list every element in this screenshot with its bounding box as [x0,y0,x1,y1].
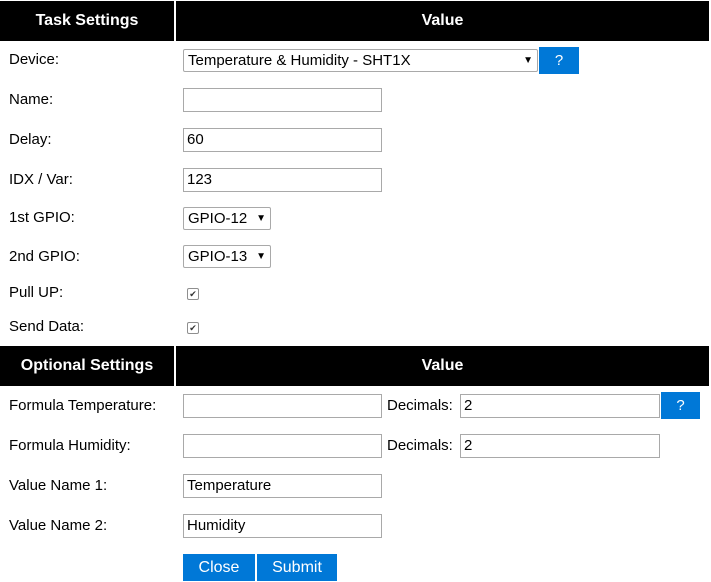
formula-temp-help-button[interactable]: ? [661,392,700,419]
pullup-checkbox[interactable]: ✔ [187,288,199,300]
pullup-label: Pull UP: [9,284,64,301]
formula-temp-label: Formula Temperature: [9,397,157,414]
gpio1-select-value: GPIO-12 [188,210,248,227]
gpio1-label: 1st GPIO: [9,209,75,226]
device-select-value: Temperature & Humidity - SHT1X [188,52,411,69]
submit-button[interactable]: Submit [257,554,337,581]
checkmark-icon: ✔ [189,289,197,299]
valname2-label: Value Name 2: [9,517,108,534]
name-input[interactable] [183,88,382,112]
formula-hum-input[interactable] [183,434,382,458]
delay-label: Delay: [9,131,52,148]
formula-hum-label: Formula Humidity: [9,437,131,454]
header-optional-value: Value [176,346,709,386]
dropdown-arrow-icon: ▼ [256,213,266,224]
dropdown-arrow-icon: ▼ [523,55,533,66]
idx-input[interactable]: 123 [183,168,382,192]
close-button[interactable]: Close [183,554,255,581]
device-select[interactable]: Temperature & Humidity - SHT1X ▼ [183,49,538,72]
idx-label: IDX / Var: [9,171,73,188]
valname1-label: Value Name 1: [9,477,108,494]
gpio2-select-value: GPIO-13 [188,248,248,265]
checkmark-icon: ✔ [189,323,197,333]
valname2-input[interactable]: Humidity [183,514,382,538]
name-label: Name: [9,91,54,108]
senddata-checkbox[interactable]: ✔ [187,322,199,334]
gpio1-select[interactable]: GPIO-12 ▼ [183,207,271,230]
header-optional-settings: Optional Settings [0,346,174,386]
valname1-input[interactable]: Temperature [183,474,382,498]
decimals-temp-label: Decimals: [387,397,453,414]
decimals-temp-input[interactable]: 2 [460,394,660,418]
header-value: Value [176,1,709,41]
delay-input[interactable]: 60 [183,128,382,152]
formula-temp-input[interactable] [183,394,382,418]
decimals-hum-label: Decimals: [387,437,453,454]
gpio2-label: 2nd GPIO: [9,248,80,265]
dropdown-arrow-icon: ▼ [256,251,266,262]
device-help-button[interactable]: ? [539,47,579,74]
device-label: Device: [9,51,60,68]
decimals-hum-input[interactable]: 2 [460,434,660,458]
senddata-label: Send Data: [9,318,85,335]
header-task-settings: Task Settings [0,1,174,41]
gpio2-select[interactable]: GPIO-13 ▼ [183,245,271,268]
